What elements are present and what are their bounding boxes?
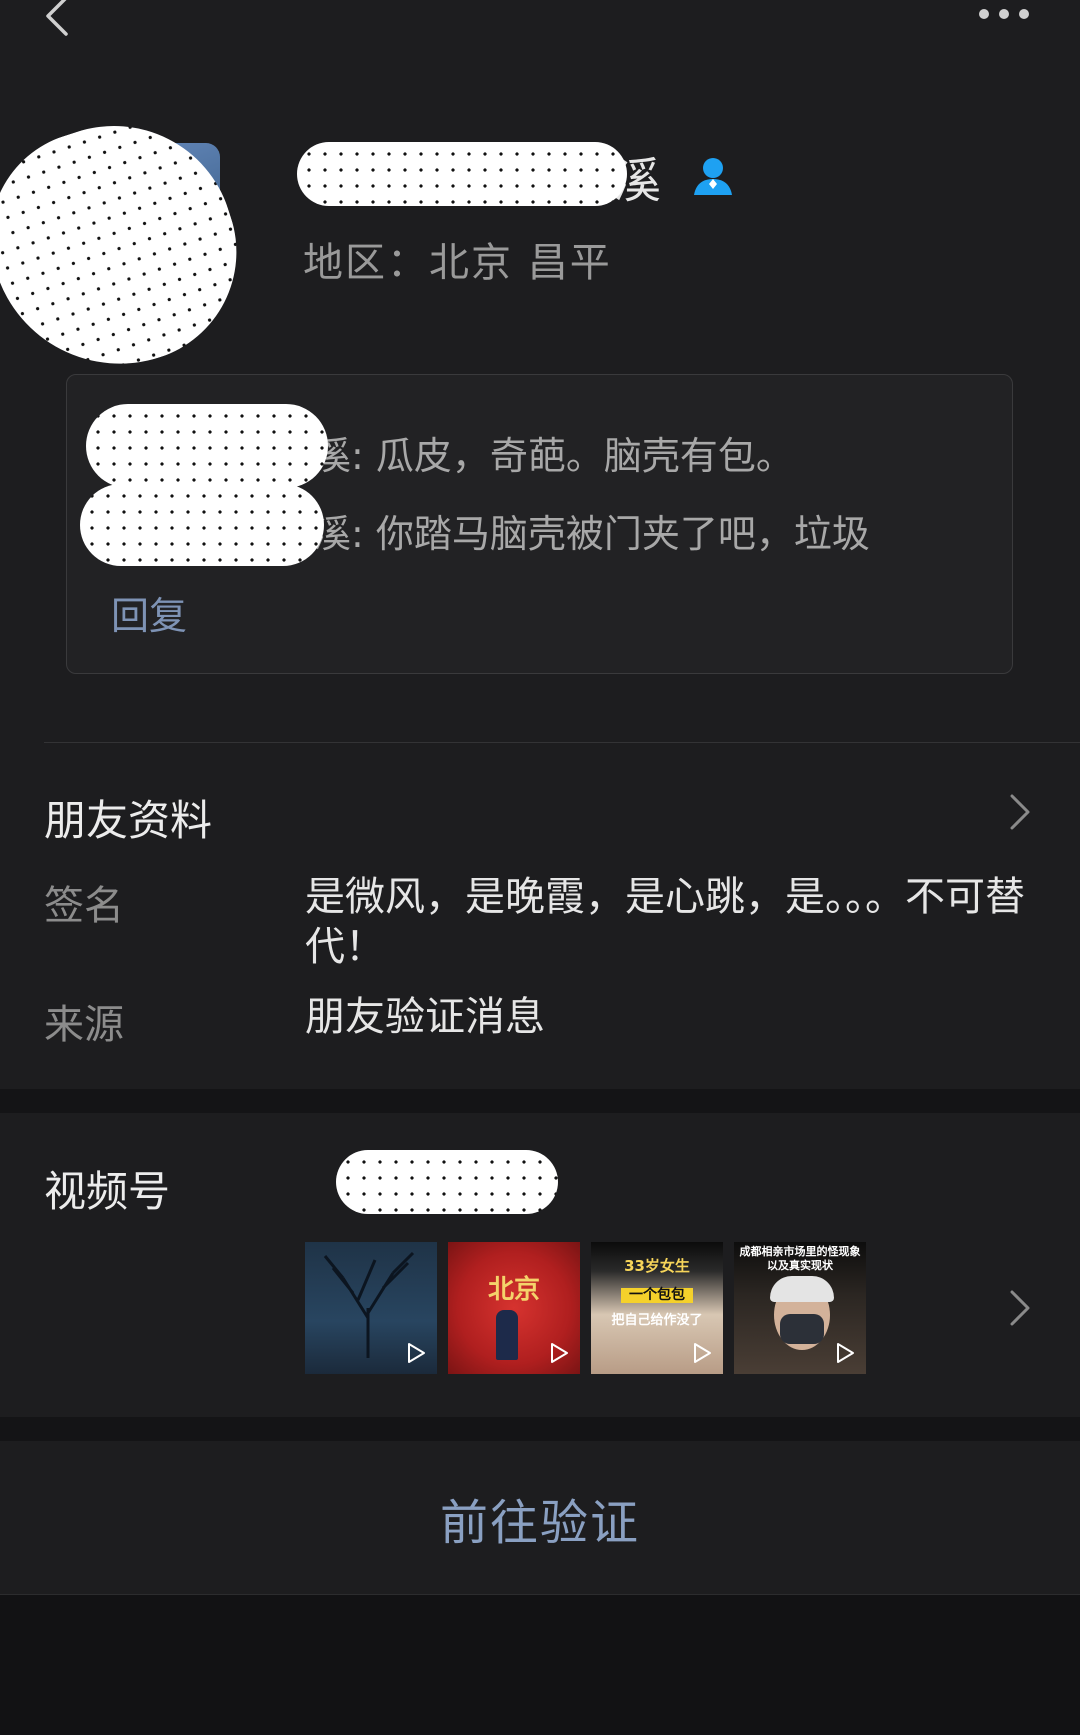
message-sender-redaction bbox=[80, 484, 324, 566]
message-sender-redaction bbox=[86, 404, 328, 488]
section-gap bbox=[0, 1417, 1080, 1441]
thumbnail-caption: 33岁女生 bbox=[624, 1257, 690, 1275]
play-icon bbox=[408, 1343, 425, 1363]
message-line: 溪: 你踏马脑壳被门夹了吧，垃圾 bbox=[313, 512, 870, 556]
top-bar bbox=[0, 0, 1080, 60]
video-thumbnail[interactable] bbox=[305, 1242, 437, 1374]
more-horizontal-icon[interactable] bbox=[976, 4, 1032, 24]
play-icon bbox=[837, 1343, 854, 1363]
video-thumbnail[interactable]: 33岁女生 一个包包 把自己给作没了 bbox=[591, 1242, 723, 1374]
chevron-left-icon[interactable] bbox=[38, 0, 78, 38]
person-icon bbox=[694, 158, 733, 195]
signature-value: 是微风，是晚霞，是心跳，是。。。不可替代！ bbox=[305, 874, 1025, 970]
video-thumbnail[interactable]: 成都相亲市场里的怪现象 以及真实现状 bbox=[734, 1242, 866, 1374]
source-value: 朋友验证消息 bbox=[305, 994, 545, 1040]
signature-label: 签名 bbox=[44, 883, 124, 929]
channels-label[interactable]: 视频号 bbox=[44, 1158, 170, 1219]
region-text: 地区：北京 昌平 bbox=[303, 240, 612, 286]
video-thumbnail[interactable]: 北京 bbox=[448, 1242, 580, 1374]
performer-image bbox=[496, 1310, 518, 1360]
friend-info-title[interactable]: 朋友资料 bbox=[44, 787, 212, 848]
chevron-right-icon[interactable] bbox=[1006, 1286, 1034, 1330]
source-label: 来源 bbox=[44, 1002, 124, 1048]
play-icon bbox=[551, 1343, 568, 1363]
avatar-redaction bbox=[0, 94, 266, 398]
cap-image bbox=[770, 1276, 834, 1302]
thumbnail-caption: 成都相亲市场里的怪现象 bbox=[739, 1245, 861, 1258]
mask-image bbox=[780, 1314, 824, 1344]
bottom-safe-area bbox=[0, 1595, 1080, 1735]
divider bbox=[44, 742, 1080, 743]
thumbnail-caption: 把自己给作没了 bbox=[611, 1313, 703, 1328]
channel-thumbnails: 北京 33岁女生 一个包包 把自己给作没了 成都相亲市场里的怪现象 以及真实现状 bbox=[305, 1242, 866, 1374]
channel-name-redaction bbox=[336, 1150, 558, 1214]
name-redaction bbox=[297, 142, 627, 206]
go-verify-button[interactable]: 前往验证 bbox=[0, 1441, 1080, 1594]
contact-profile-page: 溪 地区：北京 昌平 溪: 瓜皮，奇葩。脑壳有包。 溪: 你踏马脑壳被门夹了吧，… bbox=[0, 0, 1080, 1735]
thumbnail-caption: 北京 bbox=[487, 1275, 540, 1305]
section-gap bbox=[0, 1089, 1080, 1113]
message-line: 溪: 瓜皮，奇葩。脑壳有包。 bbox=[313, 434, 794, 478]
thumbnail-caption: 一个包包 bbox=[621, 1287, 693, 1304]
chevron-right-icon[interactable] bbox=[1006, 790, 1034, 834]
thumbnail-caption: 以及真实现状 bbox=[767, 1259, 833, 1272]
play-icon bbox=[694, 1343, 711, 1363]
reply-link[interactable]: 回复 bbox=[111, 585, 187, 640]
